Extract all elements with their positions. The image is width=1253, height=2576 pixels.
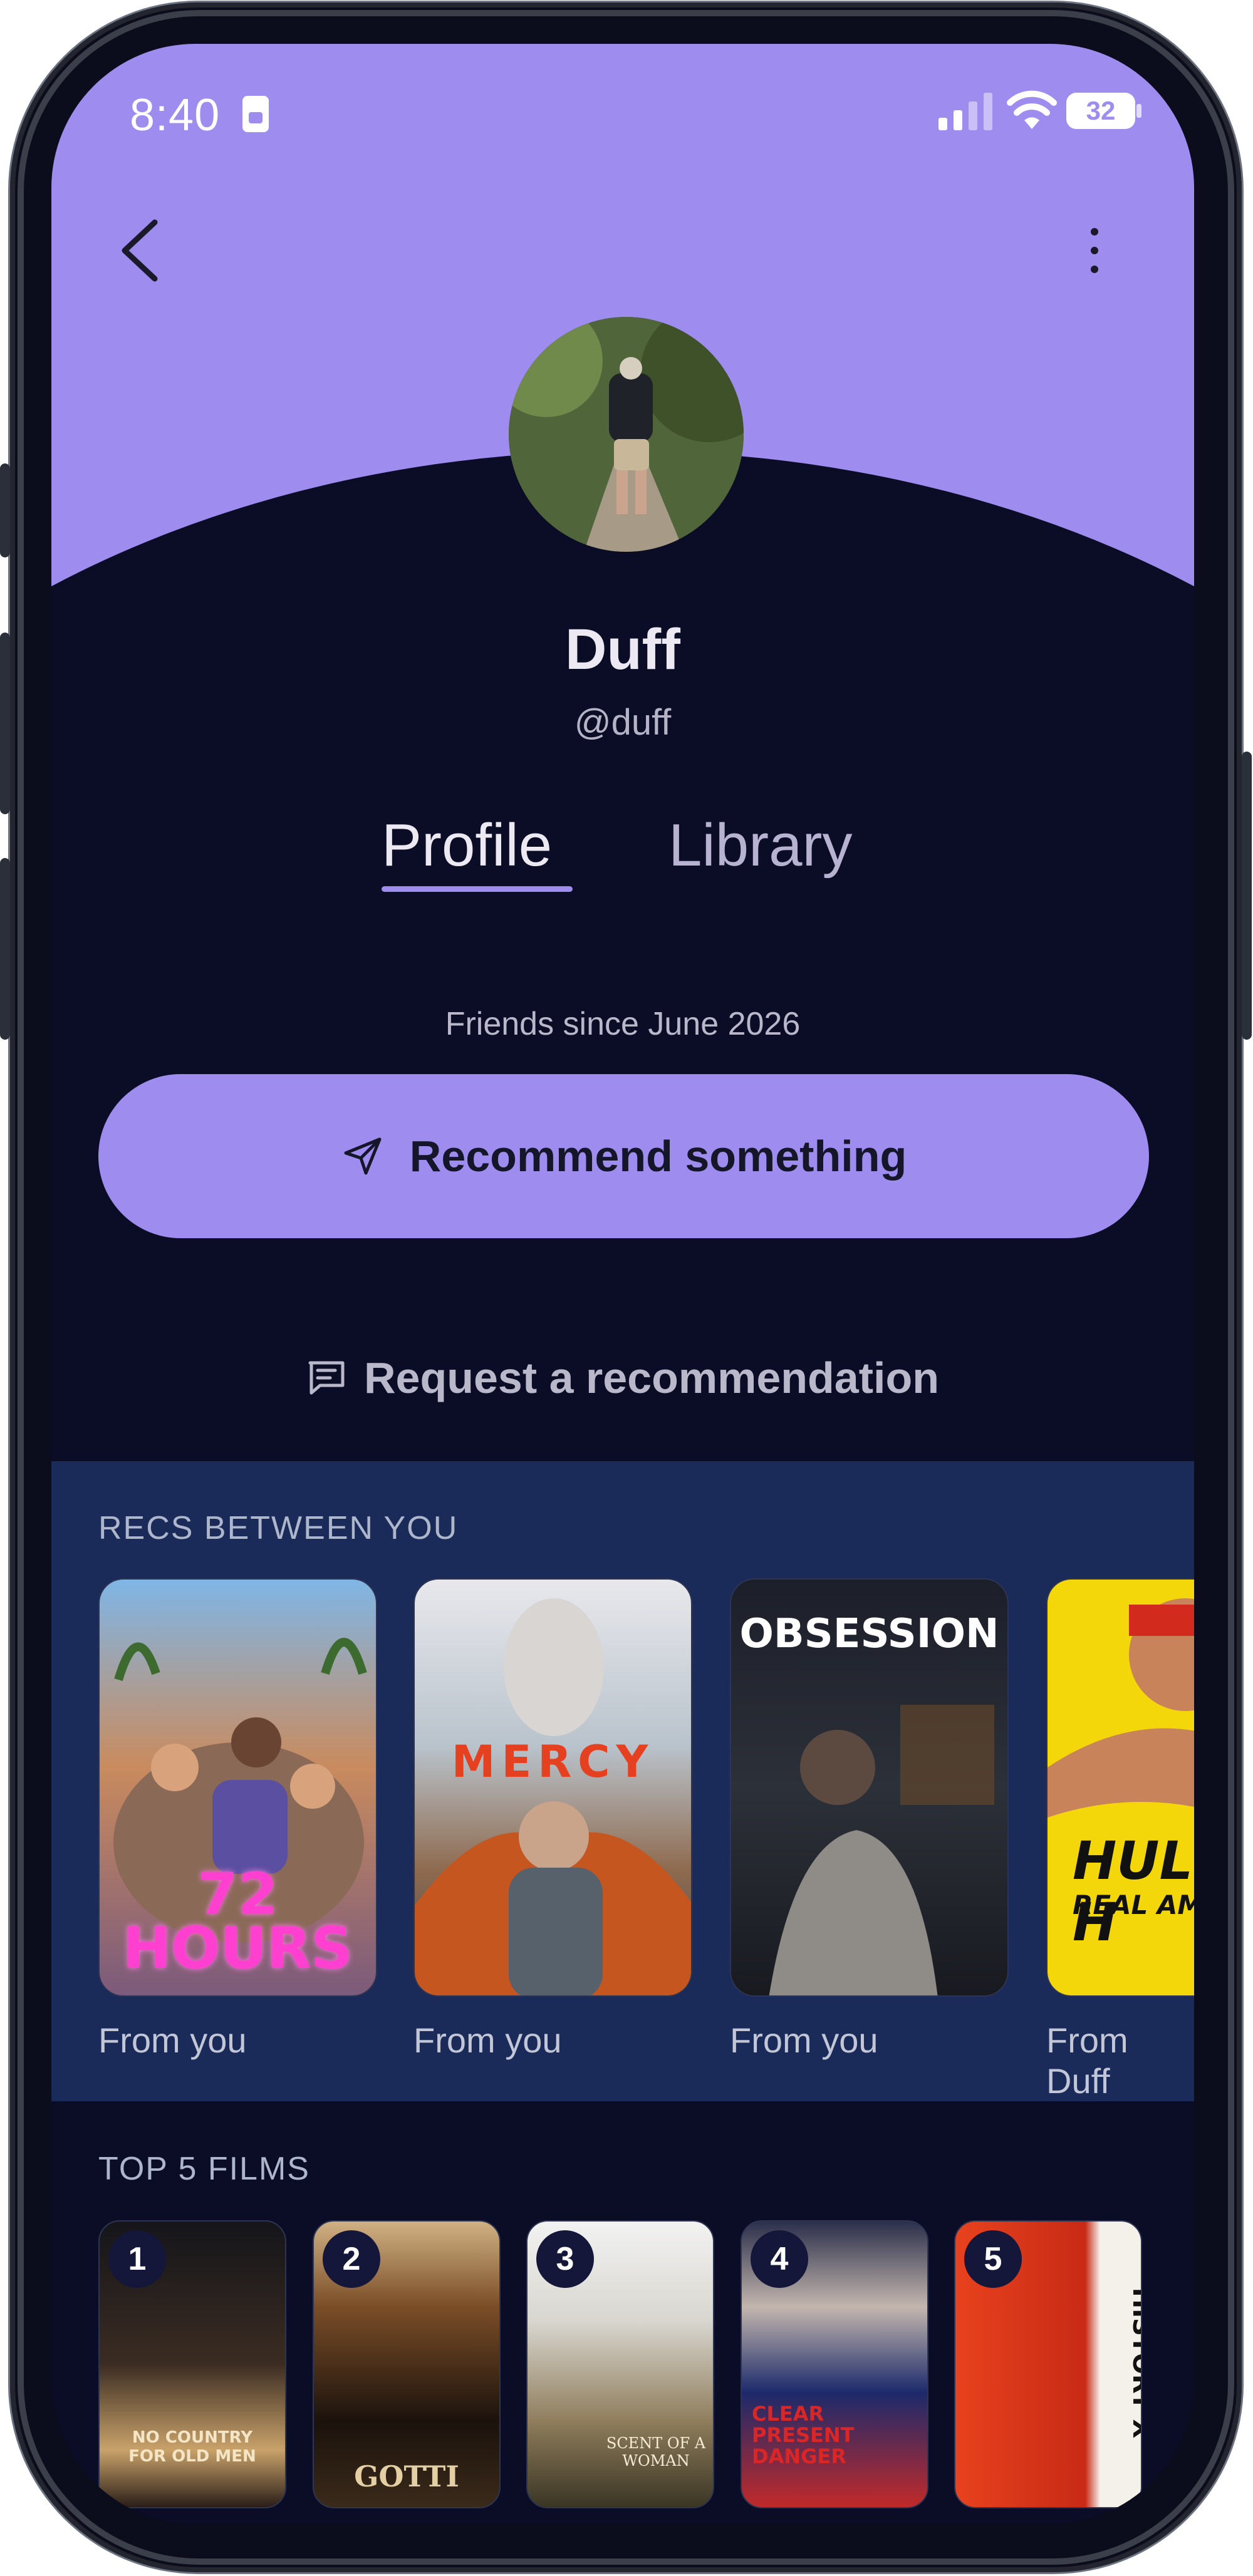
- profile-name: Duff: [565, 618, 680, 681]
- tab-library[interactable]: Library: [668, 811, 852, 880]
- tab-profile[interactable]: Profile: [382, 811, 552, 880]
- poster-title: MERCY: [451, 1736, 655, 1787]
- poster-title: GOTTI: [354, 2460, 459, 2493]
- poster-title: NO COUNTRY FOR OLD MEN: [128, 2428, 256, 2466]
- rank-badge: 5: [964, 2230, 1022, 2288]
- request-link-label: Request a recommendation: [364, 1353, 939, 1402]
- active-tab-indicator: [382, 886, 573, 892]
- rec-caption: From you: [98, 2020, 247, 2060]
- app-screen: 8:40 32 Duff @duff Profile Library Frien…: [51, 44, 1194, 2524]
- top-film-poster-2[interactable]: 2 GOTTI: [313, 2220, 501, 2508]
- rank-badge: 2: [323, 2230, 380, 2288]
- rec-caption: From you: [413, 2020, 562, 2060]
- top-film-poster-5[interactable]: 5 AMERICAN HISTORY X: [954, 2220, 1142, 2508]
- top-film-poster-3[interactable]: 3 SCENT OF A WOMAN: [526, 2220, 714, 2508]
- profile-handle: @duff: [574, 702, 672, 743]
- battery-level: 32: [1066, 93, 1135, 129]
- back-chevron-icon[interactable]: [111, 213, 167, 288]
- rec-poster-72-hours[interactable]: 72 HOURS: [98, 1578, 377, 1997]
- wifi-icon: [1007, 90, 1057, 129]
- poster-art: [415, 1598, 691, 1995]
- status-time: 8:40: [130, 90, 221, 140]
- rank-badge: 4: [751, 2230, 808, 2288]
- poster-title: SCENT OF A WOMAN: [606, 2434, 706, 2470]
- poster-title: OBSESSION: [739, 1611, 999, 1657]
- friends-since-text: Friends since June 2026: [445, 1006, 801, 1042]
- rec-poster-obsession[interactable]: OBSESSION: [730, 1578, 1009, 1997]
- recommend-something-button[interactable]: Recommend something: [98, 1074, 1149, 1238]
- poster-title: AMERICAN HISTORY X: [1127, 2287, 1142, 2439]
- rec-caption: From Duff: [1046, 2020, 1128, 2101]
- phone-side-button: [0, 858, 10, 1040]
- recs-section-title: RECS BETWEEN YOU: [98, 1510, 459, 1546]
- rec-poster-hulk[interactable]: HULK H REAL AM: [1046, 1578, 1194, 1997]
- avatar-photo: [509, 317, 744, 552]
- rec-poster-mercy[interactable]: MERCY: [413, 1578, 692, 1997]
- poster-title: CLEAR PRESENT DANGER: [752, 2402, 855, 2468]
- signal-icon: [938, 93, 992, 130]
- phone-side-button: [0, 633, 10, 814]
- battery-indicator: 32: [1066, 93, 1141, 129]
- send-icon: [344, 1137, 382, 1175]
- battery-tip: [1136, 104, 1141, 118]
- more-options-icon[interactable]: [1076, 213, 1113, 288]
- poster-subtitle: REAL AM: [1073, 1890, 1194, 1920]
- poster-title: 72 HOURS: [122, 1861, 353, 1982]
- rank-badge: 3: [536, 2230, 594, 2288]
- recommend-button-label: Recommend something: [409, 1132, 907, 1181]
- rank-badge: 1: [108, 2230, 166, 2288]
- top-film-poster-1[interactable]: 1 NO COUNTRY FOR OLD MEN: [98, 2220, 286, 2508]
- message-icon: [308, 1361, 345, 1395]
- top-films-section-title: TOP 5 FILMS: [98, 2151, 310, 2187]
- top-film-poster-4[interactable]: 4 CLEAR PRESENT DANGER: [741, 2220, 928, 2508]
- avatar: [509, 317, 744, 552]
- phone-side-button: [0, 463, 10, 557]
- id-card-icon: [242, 96, 269, 132]
- request-recommendation-link[interactable]: Request a recommendation: [51, 1353, 1194, 1403]
- phone-power-button: [1242, 752, 1252, 1040]
- rec-caption: From you: [730, 2020, 878, 2060]
